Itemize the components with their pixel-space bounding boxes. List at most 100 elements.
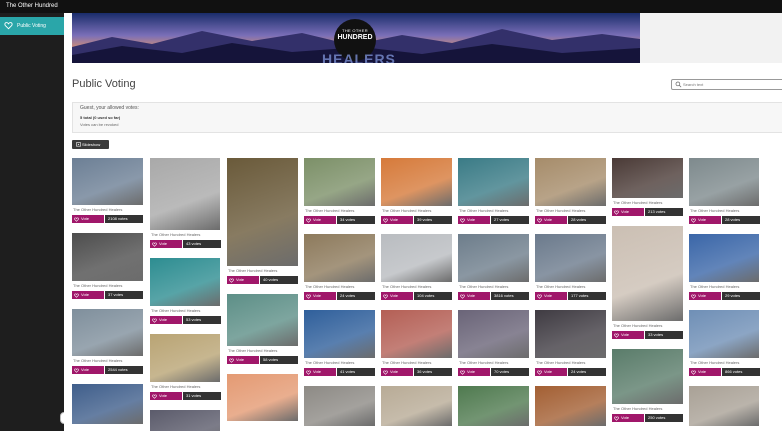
main-content: THE OTHER HUNDRED HEALERS Public Voting … bbox=[64, 13, 782, 431]
vote-button[interactable]: Vote bbox=[227, 276, 259, 284]
vote-button[interactable]: Vote bbox=[458, 368, 490, 376]
heart-icon bbox=[4, 22, 13, 30]
card-caption: The Other Hundred Healers bbox=[228, 268, 278, 273]
vote-label: Vote bbox=[467, 217, 476, 222]
vote-button[interactable]: Vote bbox=[150, 316, 182, 324]
vote-label: Vote bbox=[390, 293, 399, 298]
card-photo[interactable] bbox=[381, 158, 452, 206]
card-caption: The Other Hundred Healers bbox=[536, 208, 586, 213]
card-photo[interactable] bbox=[535, 234, 606, 282]
card-photo[interactable] bbox=[150, 410, 220, 431]
vote-count: 866 votes bbox=[722, 368, 760, 376]
vote-button[interactable]: Vote bbox=[535, 216, 567, 224]
card-photo[interactable] bbox=[72, 233, 143, 281]
vote-count: 43 votes bbox=[183, 240, 221, 248]
card-photo[interactable] bbox=[227, 294, 298, 346]
vote-button[interactable]: Vote bbox=[227, 356, 259, 364]
vote-count: 2544 votes bbox=[105, 366, 143, 374]
card-photo[interactable] bbox=[458, 158, 529, 206]
card-caption: The Other Hundred Healers bbox=[305, 208, 355, 213]
heart-icon bbox=[152, 242, 157, 247]
card-caption: The Other Hundred Healers bbox=[151, 384, 201, 389]
card-photo[interactable] bbox=[150, 334, 220, 382]
card-photo[interactable] bbox=[612, 158, 683, 198]
card-photo[interactable] bbox=[535, 158, 606, 206]
heart-icon bbox=[152, 394, 157, 399]
sidebar: Public Voting bbox=[0, 13, 64, 431]
vote-button[interactable]: Vote bbox=[304, 292, 336, 300]
card-photo[interactable] bbox=[304, 386, 375, 426]
card-photo[interactable] bbox=[227, 374, 298, 421]
vote-button[interactable]: Vote bbox=[381, 292, 413, 300]
vote-button[interactable]: Vote bbox=[612, 331, 644, 339]
card-photo[interactable] bbox=[689, 310, 759, 358]
vote-button[interactable]: Vote bbox=[535, 368, 567, 376]
card-caption: The Other Hundred Healers bbox=[690, 208, 740, 213]
vote-button[interactable]: Vote bbox=[689, 292, 721, 300]
card-photo[interactable] bbox=[72, 158, 143, 205]
vote-label: Vote bbox=[313, 217, 322, 222]
heart-icon bbox=[383, 294, 388, 299]
vote-button[interactable]: Vote bbox=[304, 368, 336, 376]
vote-button[interactable]: Vote bbox=[689, 216, 721, 224]
card-caption: The Other Hundred Healers bbox=[459, 360, 509, 365]
card-photo[interactable] bbox=[227, 158, 298, 266]
card-caption: The Other Hundred Healers bbox=[73, 207, 123, 212]
vote-label: Vote bbox=[698, 369, 707, 374]
card-photo[interactable] bbox=[458, 234, 529, 282]
vote-button[interactable]: Vote bbox=[72, 291, 104, 299]
vote-label: Vote bbox=[390, 369, 399, 374]
vote-button[interactable]: Vote bbox=[689, 368, 721, 376]
card-photo[interactable] bbox=[150, 158, 220, 230]
card-photo[interactable] bbox=[689, 386, 759, 426]
vote-button[interactable]: Vote bbox=[612, 208, 644, 216]
card-caption: The Other Hundred Healers bbox=[613, 323, 663, 328]
heart-icon bbox=[74, 293, 79, 298]
card-photo[interactable] bbox=[612, 349, 683, 404]
vote-button[interactable]: Vote bbox=[535, 292, 567, 300]
card-photo[interactable] bbox=[150, 258, 220, 306]
vote-button[interactable]: Vote bbox=[150, 392, 182, 400]
card-photo[interactable] bbox=[689, 234, 759, 282]
vote-button[interactable]: Vote bbox=[458, 292, 490, 300]
vote-count: 177 votes bbox=[568, 292, 606, 300]
vote-count: 34 votes bbox=[337, 216, 375, 224]
card-photo[interactable] bbox=[72, 309, 143, 356]
heart-icon bbox=[460, 370, 465, 375]
vote-button[interactable]: Vote bbox=[612, 414, 644, 422]
heart-icon bbox=[537, 370, 542, 375]
card-photo[interactable] bbox=[381, 386, 452, 426]
card-photo[interactable] bbox=[612, 226, 683, 321]
heart-icon bbox=[229, 278, 234, 283]
vote-button[interactable]: Vote bbox=[304, 216, 336, 224]
vote-button[interactable]: Vote bbox=[72, 366, 104, 374]
sidebar-item-public-voting[interactable]: Public Voting bbox=[0, 17, 64, 35]
card-caption: The Other Hundred Healers bbox=[382, 360, 432, 365]
card-photo[interactable] bbox=[535, 386, 606, 426]
card-caption: The Other Hundred Healers bbox=[382, 284, 432, 289]
vote-count: 24 votes bbox=[568, 368, 606, 376]
vote-count: 58 votes bbox=[260, 356, 298, 364]
vote-button[interactable]: Vote bbox=[381, 216, 413, 224]
vote-button[interactable]: Vote bbox=[381, 368, 413, 376]
heart-icon bbox=[306, 294, 311, 299]
card-photo[interactable] bbox=[304, 234, 375, 282]
vote-label: Vote bbox=[313, 293, 322, 298]
card-photo[interactable] bbox=[458, 310, 529, 358]
vote-button[interactable]: Vote bbox=[150, 240, 182, 248]
card-photo[interactable] bbox=[304, 158, 375, 206]
vote-label: Vote bbox=[621, 209, 630, 214]
card-photo[interactable] bbox=[304, 310, 375, 358]
vote-button[interactable]: Vote bbox=[458, 216, 490, 224]
card-photo[interactable] bbox=[458, 386, 529, 426]
card-caption: The Other Hundred Healers bbox=[459, 208, 509, 213]
card-caption: The Other Hundred Healers bbox=[382, 208, 432, 213]
vote-label: Vote bbox=[698, 293, 707, 298]
vote-button[interactable]: Vote bbox=[72, 215, 104, 223]
card-photo[interactable] bbox=[381, 234, 452, 282]
card-photo[interactable] bbox=[689, 158, 759, 206]
vote-count: 28 votes bbox=[722, 216, 760, 224]
card-photo[interactable] bbox=[72, 384, 143, 424]
card-photo[interactable] bbox=[381, 310, 452, 358]
card-photo[interactable] bbox=[535, 310, 606, 358]
